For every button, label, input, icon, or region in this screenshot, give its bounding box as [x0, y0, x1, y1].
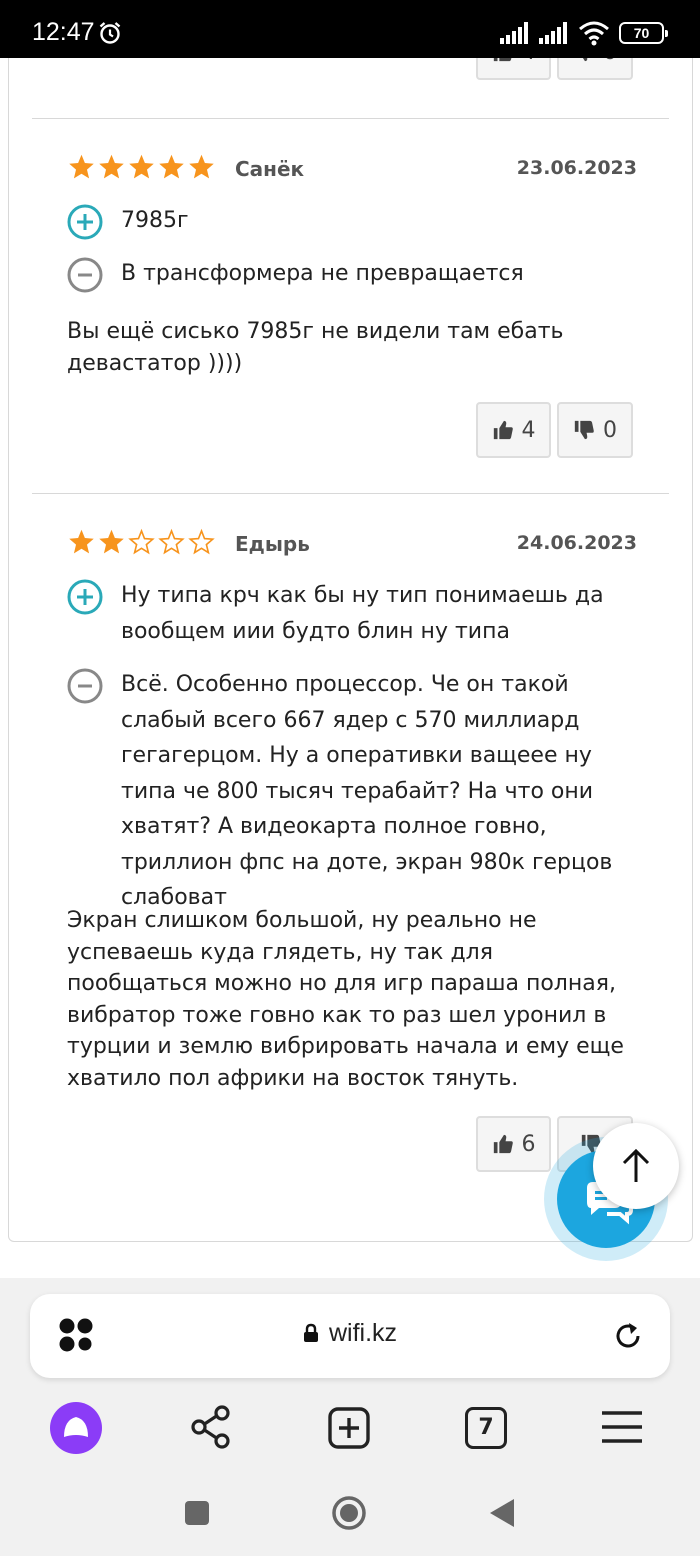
address-bar[interactable]: wifi.kz — [30, 1294, 670, 1378]
thumbs-up-icon — [492, 419, 514, 441]
review-header: Едырь 24.06.2023 — [67, 528, 637, 568]
review-pros: 7985г — [67, 203, 637, 240]
reviews-page: 4 0 Санёк 23.06.2023 7985г В трансформер… — [0, 58, 700, 1278]
star-empty-icon — [127, 528, 156, 556]
browser-nav-row: 7 — [0, 1398, 700, 1460]
review-cons: В трансформера не превращается — [67, 256, 637, 293]
like-button[interactable]: 6 — [476, 1116, 551, 1172]
dislike-count: 0 — [603, 58, 617, 65]
browser-toolbar: wifi.kz 7 — [0, 1278, 700, 1556]
pros-text: 7985г — [121, 208, 189, 233]
like-count: 4 — [521, 417, 536, 443]
signal-icon — [500, 22, 528, 44]
dislike-button[interactable]: 0 — [557, 402, 633, 458]
thumbs-up-icon — [492, 58, 514, 63]
star-filled-icon — [127, 153, 156, 181]
status-bar: 12:47 70 — [0, 0, 700, 58]
review-comment: Вы ещё сисько 7985г не видели там ебать … — [67, 319, 564, 376]
review-item: Едырь 24.06.2023 Ну типа крч как бы ну т… — [67, 528, 637, 1108]
star-filled-icon — [67, 153, 96, 181]
cons-text: Всё. Особенно процессор. Че он такой сла… — [121, 672, 613, 910]
divider — [32, 493, 669, 494]
star-filled-icon — [97, 528, 126, 556]
recents-icon[interactable] — [184, 1500, 210, 1526]
divider — [32, 118, 669, 119]
star-rating — [67, 528, 216, 556]
plus-circle-icon — [67, 579, 103, 615]
review-author: Едырь — [235, 532, 310, 556]
minus-circle-icon — [67, 257, 103, 293]
status-time: 12:47 — [32, 18, 95, 46]
menu-icon[interactable] — [600, 1409, 644, 1445]
review-date: 23.06.2023 — [516, 157, 637, 179]
plus-circle-icon — [67, 204, 103, 240]
star-filled-icon — [187, 153, 216, 181]
review-author: Санёк — [235, 157, 305, 181]
star-rating — [67, 153, 216, 181]
review-header: Санёк 23.06.2023 — [67, 153, 637, 193]
minus-circle-icon — [67, 668, 103, 704]
like-button[interactable]: 4 — [476, 402, 551, 458]
new-tab-icon[interactable] — [328, 1407, 370, 1449]
review-cons: Всё. Особенно процессор. Че он такой сла… — [67, 667, 637, 916]
scroll-to-top-button[interactable] — [593, 1123, 679, 1209]
back-icon[interactable] — [488, 1497, 516, 1529]
tabs-count-button[interactable]: 7 — [465, 1407, 507, 1449]
home-icon[interactable] — [331, 1495, 367, 1531]
dislike-button[interactable]: 0 — [557, 58, 633, 80]
review-pros: Ну типа крч как бы ну тип понимаешь да в… — [67, 578, 637, 649]
star-empty-icon — [157, 528, 186, 556]
url-text: wifi.kz — [328, 1319, 398, 1347]
signal-icon — [539, 22, 567, 44]
arrow-up-icon — [622, 1148, 650, 1182]
review-date: 24.06.2023 — [516, 532, 637, 554]
like-count: 4 — [522, 58, 536, 65]
alice-assistant-icon[interactable] — [49, 1401, 103, 1455]
star-empty-icon — [187, 528, 216, 556]
url-display[interactable]: wifi.kz — [30, 1319, 670, 1348]
pros-text: Ну типа крч как бы ну тип понимаешь да в… — [121, 583, 604, 644]
review-comment: Экран слишком большой, ну реально не усп… — [67, 908, 624, 1091]
dislike-count: 0 — [603, 417, 617, 443]
share-icon[interactable] — [188, 1404, 234, 1450]
alarm-icon — [99, 22, 121, 44]
wifi-icon — [579, 21, 609, 46]
reload-icon[interactable] — [612, 1320, 644, 1352]
cons-text: В трансформера не превращается — [121, 261, 524, 286]
star-filled-icon — [157, 153, 186, 181]
star-filled-icon — [67, 528, 96, 556]
system-nav-bar — [0, 1490, 700, 1540]
like-count: 6 — [521, 1131, 536, 1157]
thumbs-up-icon — [492, 1133, 514, 1155]
review-item: Санёк 23.06.2023 7985г В трансформера не… — [67, 153, 637, 473]
like-button[interactable]: 4 — [476, 58, 551, 80]
thumbs-down-icon — [573, 419, 595, 441]
thumbs-down-icon — [573, 58, 595, 63]
star-filled-icon — [97, 153, 126, 181]
battery-icon: 70 — [619, 22, 668, 44]
lock-icon — [303, 1323, 318, 1342]
